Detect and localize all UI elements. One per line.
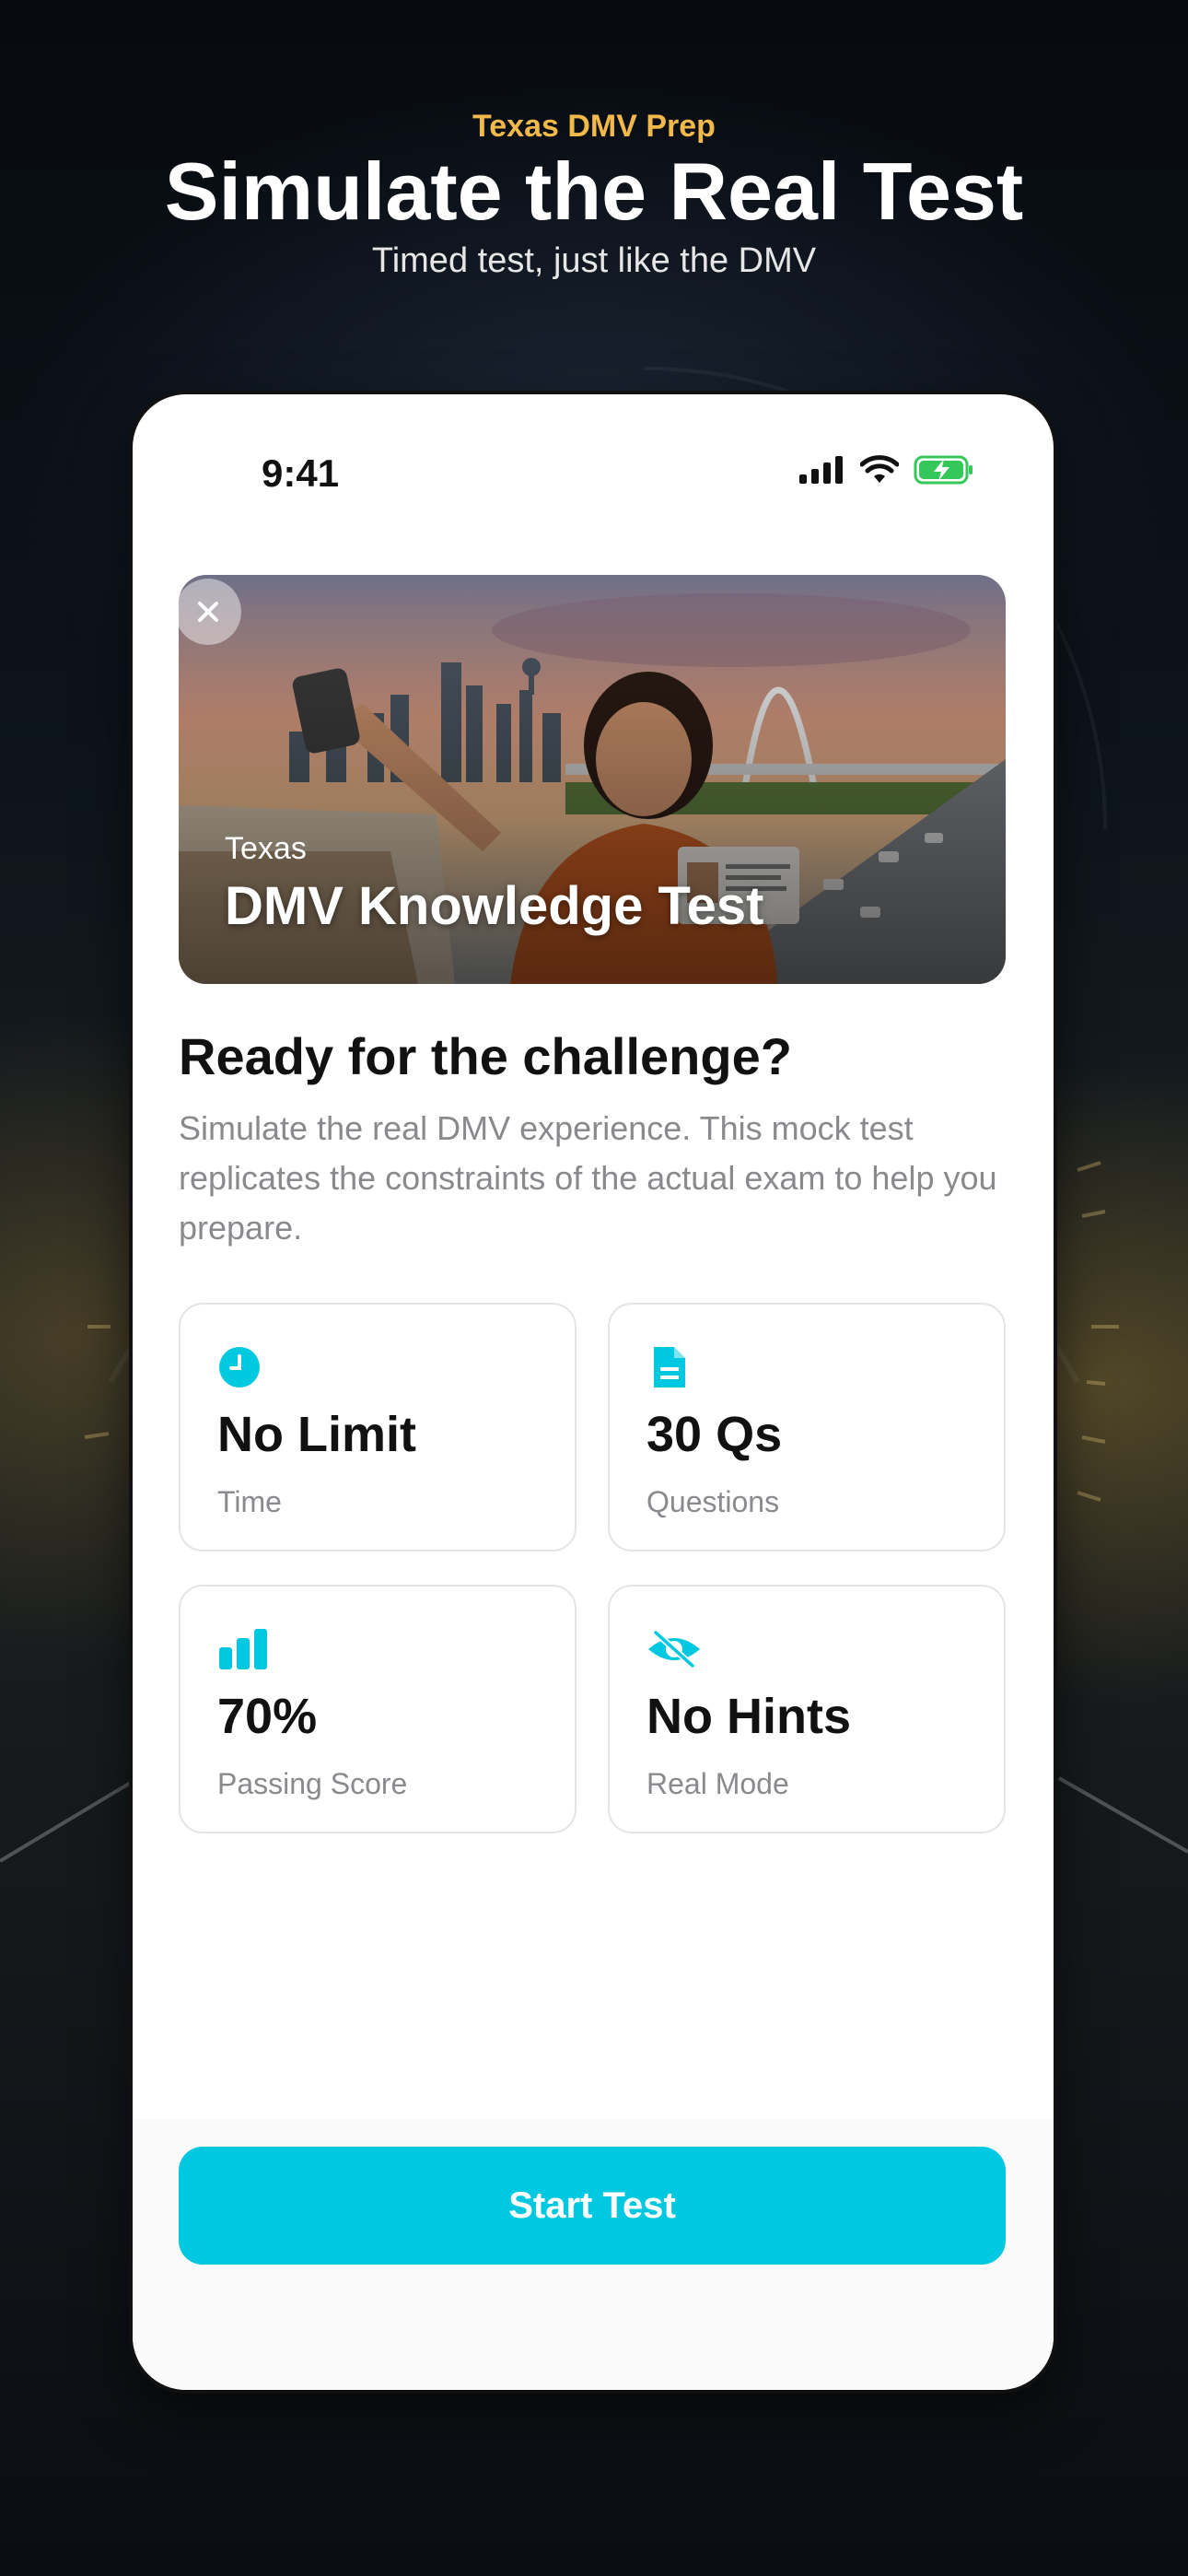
hero-title: DMV Knowledge Test [225,876,764,936]
stat-label: Real Mode [646,1767,789,1800]
cellular-signal-icon [799,456,843,484]
stat-card-passing-score: 70% Passing Score [179,1585,577,1833]
section-description: Simulate the real DMV experience. This m… [179,1109,997,1247]
start-test-button[interactable]: Start Test [179,2147,1006,2265]
wifi-icon [860,455,899,483]
bar-chart-icon [219,1629,267,1669]
hero-banner: Texas DMV Knowledge Test [179,575,1006,984]
hero-kicker: Texas [225,831,307,866]
stat-value: No Hints [646,1689,851,1744]
eye-off-icon [648,1629,700,1669]
promo-caption: Timed test, just like the DMV [371,241,817,280]
stat-value: 70% [217,1689,318,1744]
status-time: 9:41 [262,451,340,495]
stat-label: Time [217,1485,282,1518]
phone-frame: 9:41 Texas DMV Knowledge Test Ready for … [133,394,1054,2390]
status-bar: 9:41 [133,394,1054,523]
battery-charging-icon [914,455,973,485]
document-icon [654,1347,685,1388]
clock-icon [219,1347,260,1388]
stat-value: 30 Qs [646,1407,783,1462]
stat-card-real-mode: No Hints Real Mode [608,1585,1006,1833]
stat-value: No Limit [217,1407,416,1462]
status-icons [799,455,974,485]
section-heading: Ready for the challenge? [179,1027,792,1085]
promo-subtitle: Texas DMV Prep [472,109,716,144]
stat-card-time: No Limit Time [179,1303,577,1551]
close-icon [198,602,218,622]
stat-label: Questions [646,1485,780,1518]
promo-title: Simulate the Real Test [164,146,1024,237]
stat-card-questions: 30 Qs Questions [608,1303,1006,1551]
stat-label: Passing Score [217,1767,408,1800]
